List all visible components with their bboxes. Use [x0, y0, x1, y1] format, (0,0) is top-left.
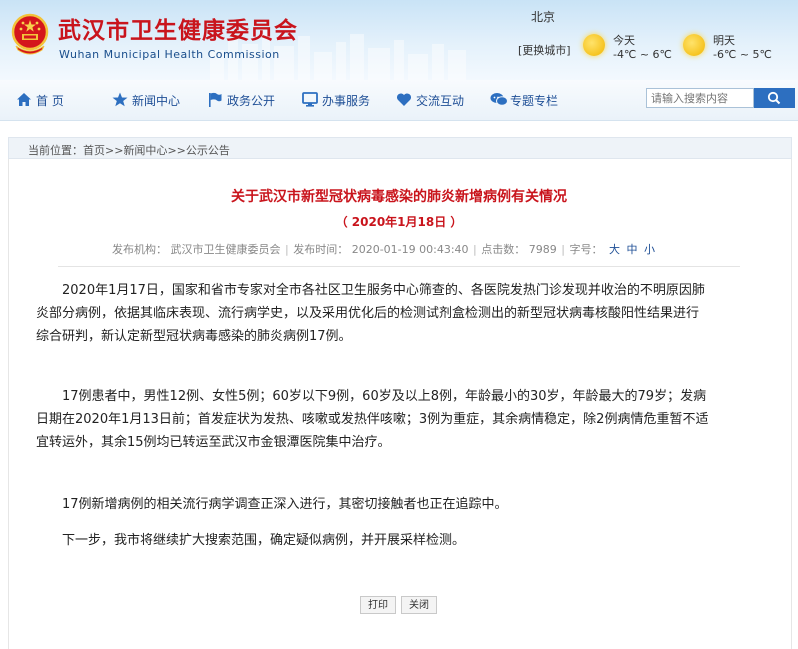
breadcrumb-separator: >> [105, 144, 124, 157]
paragraph-line: 宜转运外，其余15例均已转运至武汉市金银潭医院集中治疗。 [36, 435, 391, 450]
article-paragraph: 17例新增病例的相关流行病学调查正深入进行，其密切接触者也正在追踪中。 [62, 493, 762, 516]
today-label: 今天 [613, 34, 635, 47]
weather-city: 北京 [531, 10, 556, 24]
breadcrumb: 当前位置：首页>>新闻中心>>公示公告 [8, 137, 792, 159]
paragraph-line: 下一步，我市将继续扩大搜索范围，确定疑似病例，并开展采样检测。 [62, 533, 466, 548]
star-icon [112, 92, 128, 107]
nav-label: 首 页 [36, 94, 64, 108]
font-size-label: 字号： [569, 243, 603, 256]
site-header: 武汉市卫生健康委员会 Wuhan Municipal Health Commis… [0, 0, 798, 80]
breadcrumb-separator: >> [167, 144, 186, 157]
publisher-value: 武汉市卫生健康委员会 [170, 243, 281, 256]
breadcrumb-news-center-link[interactable]: 新闻中心 [123, 144, 167, 157]
nav-label: 交流互动 [416, 94, 465, 108]
article-paragraph: 17例患者中，男性12例、女性5例；60岁以下9例，60岁及以上8例，年龄最小的… [36, 385, 762, 454]
site-title: 武汉市卫生健康委员会 [58, 18, 298, 44]
article-paragraph: 下一步，我市将继续扩大搜索范围，确定疑似病例，并开展采样检测。 [62, 529, 762, 552]
article-title: 关于武汉市新型冠状病毒感染的肺炎新增病例有关情况 [231, 189, 567, 205]
monitor-icon [302, 92, 318, 107]
print-button[interactable]: 打印 [360, 596, 396, 614]
publisher-label: 发布机构： [112, 243, 167, 256]
publish-time-label: 发布时间： [293, 243, 349, 256]
flag-icon [209, 92, 222, 107]
font-size-large-link[interactable]: 大 [609, 243, 620, 256]
nav-label: 专题专栏 [510, 94, 559, 108]
font-size-small-link[interactable]: 小 [644, 243, 655, 256]
publish-time-value: 2020-01-19 00:43:40 [351, 243, 469, 256]
change-city-link[interactable]: [更换城市] [518, 42, 571, 58]
paragraph-line: 17例新增病例的相关流行病学调查正深入进行，其密切接触者也正在追踪中。 [62, 497, 508, 512]
sunny-weather-icon [583, 34, 605, 56]
chat-icon [490, 93, 508, 106]
search-input[interactable] [646, 88, 754, 108]
breadcrumb-announcements-link[interactable]: 公示公告 [186, 144, 230, 157]
article-date: （ 2020年1月18日 ） [335, 215, 463, 229]
today-temperature: -4℃ ~ 6℃ [613, 48, 672, 61]
view-count-value: 7989 [528, 243, 557, 256]
site-title-english: Wuhan Municipal Health Commission [59, 48, 280, 61]
paragraph-line: 2020年1月17日，国家和省市专家对全市各社区卫生服务中心筛查的、各医院发热门… [62, 283, 705, 298]
paragraph-line: 17例患者中，男性12例、女性5例；60岁以下9例，60岁及以上8例，年龄最小的… [62, 389, 707, 404]
breadcrumb-home-link[interactable]: 首页 [83, 144, 105, 157]
sunny-weather-icon [683, 34, 705, 56]
close-button[interactable]: 关闭 [401, 596, 437, 614]
nav-label: 新闻中心 [132, 94, 181, 108]
paragraph-line: 综合研判，新认定新型冠状病毒感染的肺炎病例17例。 [36, 329, 352, 344]
national-emblem-logo [11, 13, 49, 55]
search-button[interactable] [754, 88, 795, 108]
paragraph-line: 日期在2020年1月13日前；首发症状为发热、咳嗽或发热伴咳嗽；3例为重症，其余… [36, 412, 709, 427]
nav-label: 办事服务 [322, 94, 371, 108]
breadcrumb-prefix: 当前位置： [28, 144, 83, 157]
home-icon [17, 93, 31, 106]
article-meta: 发布机构： 武汉市卫生健康委员会 | 发布时间： 2020-01-19 00:4… [112, 243, 655, 256]
article-paragraph: 2020年1月17日，国家和省市专家对全市各社区卫生服务中心筛查的、各医院发热门… [36, 279, 762, 348]
font-size-medium-link[interactable]: 中 [626, 243, 637, 256]
search-icon [767, 91, 781, 105]
meta-divider [58, 266, 740, 267]
tomorrow-label: 明天 [713, 34, 735, 47]
heart-icon [396, 93, 412, 106]
view-count-label: 点击数： [481, 243, 526, 256]
paragraph-line: 炎部分病例，依据其临床表现、流行病学史，以及采用优化后的检测试剂盒检测出的新型冠… [36, 306, 700, 321]
tomorrow-temperature: -6℃ ~ 5℃ [713, 48, 772, 61]
nav-label: 政务公开 [227, 94, 276, 108]
